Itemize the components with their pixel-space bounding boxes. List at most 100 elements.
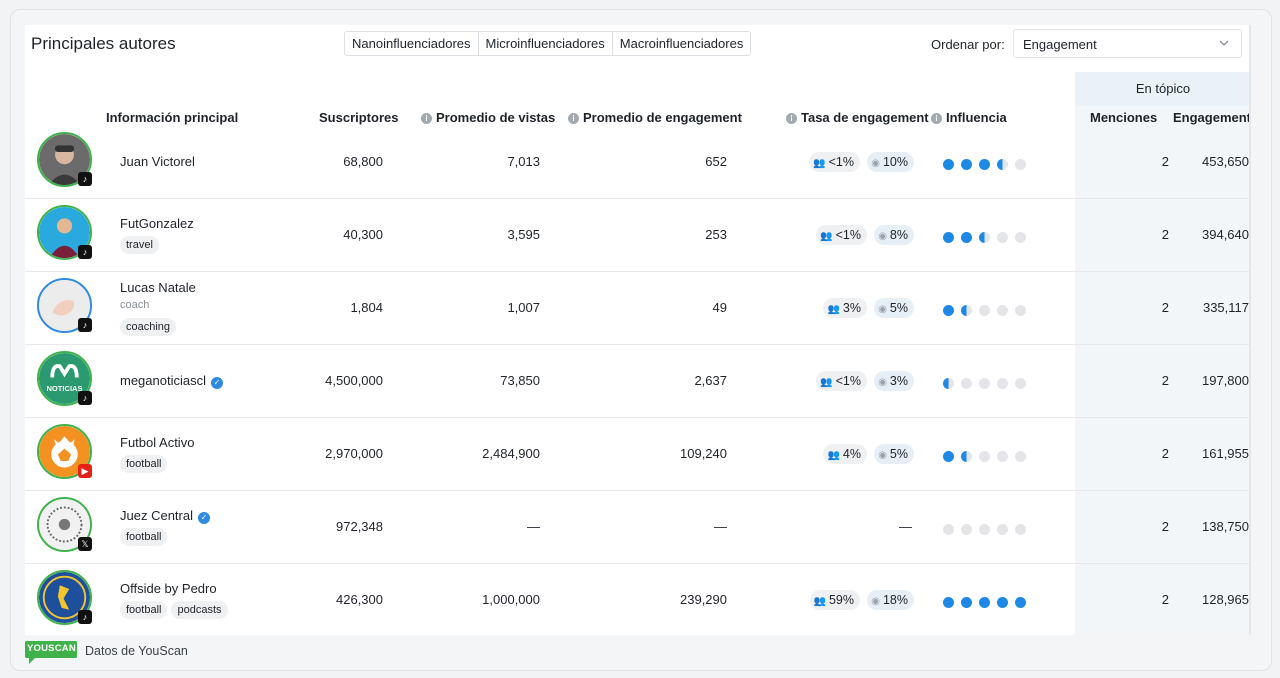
tag[interactable]: football <box>120 455 168 473</box>
info-icon[interactable]: i <box>421 113 432 124</box>
header-avg-views[interactable]: i Promedio de vistas <box>421 110 555 125</box>
avg-engagement-value: 652 <box>705 154 727 169</box>
influence-dot <box>979 232 990 243</box>
table-row[interactable]: ♪ Lucas Natale coach coaching 1,804 1,007 49 ◉ 5… <box>25 272 1251 345</box>
subscribers-value: 4,500,000 <box>325 373 383 388</box>
mentions-value: 2 <box>1161 227 1169 242</box>
panel-edge <box>1249 25 1251 635</box>
author-name[interactable]: Offside by Pedro <box>120 581 217 596</box>
author-name-text: Futbol Activo <box>120 435 195 450</box>
filter-macro[interactable]: Macroinfluenciadores <box>611 32 751 55</box>
eye-icon: ◉ <box>878 231 887 242</box>
footer-source-text: Datos de YouScan <box>85 644 188 658</box>
header-avg-engagement[interactable]: i Promedio de engagement <box>568 110 742 125</box>
engagement-rate-views-text: 8% <box>889 228 908 242</box>
table-row[interactable]: ♪ FutGonzalez travel 40,300 3,595 253 ◉ 8% 👥 <1% 2… <box>25 199 1251 272</box>
header-subscribers[interactable]: Suscriptores <box>319 110 398 125</box>
topic-engagement-value: 138,750 <box>1202 519 1249 534</box>
header-info: Información principal <box>106 110 239 125</box>
author-name[interactable]: Juez Central ✓ <box>120 508 210 524</box>
author-tags: football <box>120 528 168 546</box>
tag[interactable]: football <box>120 601 168 619</box>
sort-value: Engagement <box>1023 37 1097 52</box>
engagement-rate-audience-text: <1% <box>835 374 861 388</box>
topic-engagement-value: 161,955 <box>1202 446 1249 461</box>
engagement-rate-views: ◉ 3% <box>874 371 914 391</box>
influence-dot <box>997 232 1008 243</box>
sort-label: Ordenar por: <box>931 37 1005 52</box>
header-topic-engagement[interactable]: Engagement <box>1173 110 1251 125</box>
header-influence[interactable]: i Influencia <box>931 110 1007 125</box>
author-name[interactable]: FutGonzalez <box>120 216 194 231</box>
author-name[interactable]: Juan Victorel <box>120 154 195 169</box>
table-row[interactable]: NOTICIAS ♪ meganoticiascl ✓ 4,500,000 73,850 2… <box>25 345 1251 418</box>
influence-dot <box>997 524 1008 535</box>
influence-rating <box>943 524 1026 535</box>
eye-icon: ◉ <box>878 304 887 315</box>
table-row[interactable]: 𝕏 Juez Central ✓ football 972,348 — — — 2 138,750 <box>25 491 1251 564</box>
tag[interactable]: podcasts <box>171 601 228 619</box>
avg-views-value: 1,007 <box>507 300 540 315</box>
influence-dot <box>961 159 972 170</box>
engagement-rate-views: ◉ 5% <box>874 298 914 318</box>
avg-views-value: 2,484,900 <box>482 446 540 461</box>
eye-icon: ◉ <box>871 158 880 169</box>
avg-engagement-value: 2,637 <box>694 373 727 388</box>
influence-rating <box>943 159 1026 170</box>
influence-dot <box>1015 232 1026 243</box>
influence-dot <box>979 159 990 170</box>
engagement-rate-audience-text: <1% <box>828 155 854 169</box>
avg-views-value: 73,850 <box>500 373 540 388</box>
author-name-text: FutGonzalez <box>120 216 194 231</box>
influence-rating <box>943 232 1026 243</box>
header-mentions[interactable]: Menciones <box>1090 110 1157 125</box>
engagement-rate-audience: 👥 <1% <box>809 152 860 172</box>
info-icon[interactable]: i <box>568 113 579 124</box>
tag[interactable]: football <box>120 528 168 546</box>
engagement-rate-views: ◉ 18% <box>867 590 914 610</box>
verified-badge-icon: ✓ <box>197 512 210 524</box>
avg-engagement-value: 253 <box>705 227 727 242</box>
influence-dot <box>961 451 972 462</box>
author-name[interactable]: Lucas Natale <box>120 280 196 295</box>
table-row[interactable]: ▶ Futbol Activo football 2,970,000 2,484,900… <box>25 418 1251 491</box>
header-avg-views-label: Promedio de vistas <box>436 110 556 125</box>
influence-dot <box>943 597 954 608</box>
sort-select[interactable]: Engagement <box>1013 29 1242 58</box>
eye-icon: ◉ <box>871 596 880 607</box>
avg-views-value: 3,595 <box>507 227 540 242</box>
filter-nano[interactable]: Nanoinfluenciadores <box>345 32 478 55</box>
filter-micro[interactable]: Microinfluenciadores <box>477 32 612 55</box>
engagement-rate-audience: 👥 <1% <box>816 225 867 245</box>
header-engagement-rate[interactable]: i Tasa de engagement <box>786 110 929 125</box>
influence-dot <box>1015 305 1026 316</box>
table-row[interactable]: ♪ Offside by Pedro football podcasts 426,300… <box>25 564 1251 635</box>
mentions-value: 2 <box>1161 519 1169 534</box>
audience-icon: 👥 <box>827 304 840 315</box>
influence-dot <box>979 451 990 462</box>
engagement-rate-views: ◉ 10% <box>867 152 914 172</box>
topic-engagement-value: 453,650 <box>1202 154 1249 169</box>
author-subtitle: coach <box>120 299 150 311</box>
avg-views-value: 7,013 <box>507 154 540 169</box>
influence-dot <box>943 524 954 535</box>
avg-views-value: 1,000,000 <box>482 592 540 607</box>
influence-dot <box>961 305 972 316</box>
author-name[interactable]: meganoticiascl ✓ <box>120 373 223 389</box>
tag[interactable]: travel <box>120 236 159 254</box>
eye-icon: ◉ <box>878 450 887 461</box>
engagement-rate-views: ◉ 5% <box>874 444 914 464</box>
topic-engagement-value: 197,800 <box>1202 373 1249 388</box>
avg-engagement-value: 49 <box>712 300 727 315</box>
info-icon[interactable]: i <box>786 113 797 124</box>
influence-dot <box>1015 159 1026 170</box>
verified-badge-icon: ✓ <box>211 377 223 389</box>
info-icon[interactable]: i <box>931 113 942 124</box>
engagement-rate-views-text: 5% <box>889 301 908 315</box>
author-name[interactable]: Futbol Activo <box>120 435 194 450</box>
table-row[interactable]: ♪ Juan Victorel 68,800 7,013 652 ◉ 10% 👥 <1% 2 453… <box>25 126 1251 199</box>
tag[interactable]: coaching <box>120 318 177 336</box>
author-name-text: meganoticiascl <box>120 373 206 388</box>
mentions-value: 2 <box>1161 154 1169 169</box>
author-name-text: Offside by Pedro <box>120 581 217 596</box>
